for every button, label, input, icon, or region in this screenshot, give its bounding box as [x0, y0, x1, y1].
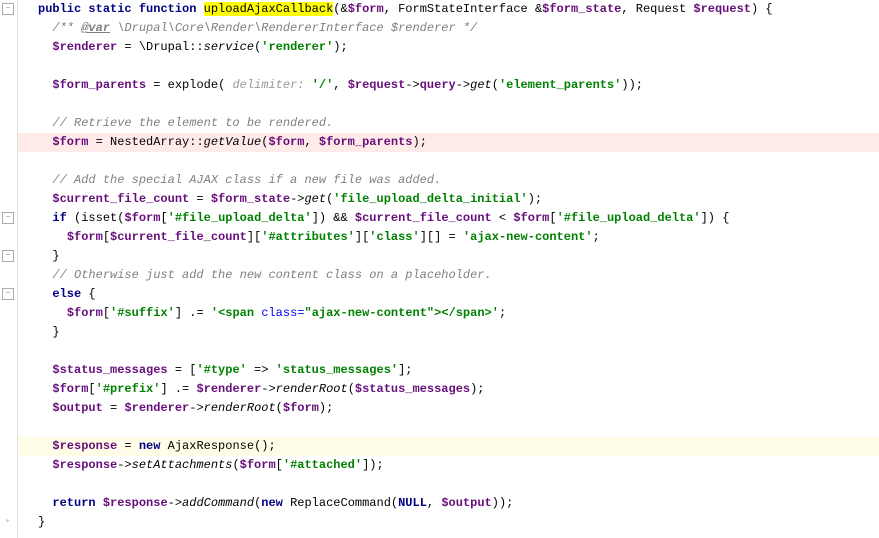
code-line: else { [18, 285, 879, 304]
fold-icon[interactable]: − [2, 288, 14, 300]
code-line: $form_parents = explode( delimiter: '/',… [18, 76, 879, 95]
code-line [18, 57, 879, 76]
code-line: $status_messages = ['#type' => 'status_m… [18, 361, 879, 380]
code-line [18, 342, 879, 361]
code-line: $renderer = \Drupal::service('renderer')… [18, 38, 879, 57]
code-line: $form['#suffix'] .= '<span class="ajax-n… [18, 304, 879, 323]
code-line-highlighted: $response = new AjaxResponse(); [18, 437, 879, 456]
fold-icon[interactable]: − [2, 212, 14, 224]
code-line: if (isset($form['#file_upload_delta']) &… [18, 209, 879, 228]
code-line [18, 95, 879, 114]
code-line [18, 152, 879, 171]
code-line: // Add the special AJAX class if a new f… [18, 171, 879, 190]
code-line: // Otherwise just add the new content cl… [18, 266, 879, 285]
code-line: public static function uploadAjaxCallbac… [18, 0, 879, 19]
code-area[interactable]: public static function uploadAjaxCallbac… [18, 0, 879, 538]
fold-icon[interactable]: − [2, 3, 14, 15]
highlighted-fn: uploadAjaxCallback [204, 2, 334, 16]
code-line: $output = $renderer->renderRoot($form); [18, 399, 879, 418]
code-line: $current_file_count = $form_state->get('… [18, 190, 879, 209]
fold-icon[interactable]: − [2, 250, 14, 262]
code-line: } [18, 247, 879, 266]
code-line-highlighted: $form = NestedArray::getValue($form, $fo… [18, 133, 879, 152]
code-line: $form['#prefix'] .= $renderer->renderRoo… [18, 380, 879, 399]
code-line: /** @var \Drupal\Core\Render\RendererInt… [18, 19, 879, 38]
code-line: } [18, 323, 879, 342]
code-line: // Retrieve the element to be rendered. [18, 114, 879, 133]
marker-icon[interactable]: ▸ [2, 515, 14, 527]
code-line: $response->setAttachments($form['#attach… [18, 456, 879, 475]
code-line: $form[$current_file_count]['#attributes'… [18, 228, 879, 247]
gutter: − − − − ▸ [0, 0, 18, 538]
code-line: return $response->addCommand(new Replace… [18, 494, 879, 513]
code-line [18, 418, 879, 437]
code-line: } [18, 513, 879, 532]
code-editor: − − − − ▸ public static function uploadA… [0, 0, 879, 538]
code-line [18, 475, 879, 494]
